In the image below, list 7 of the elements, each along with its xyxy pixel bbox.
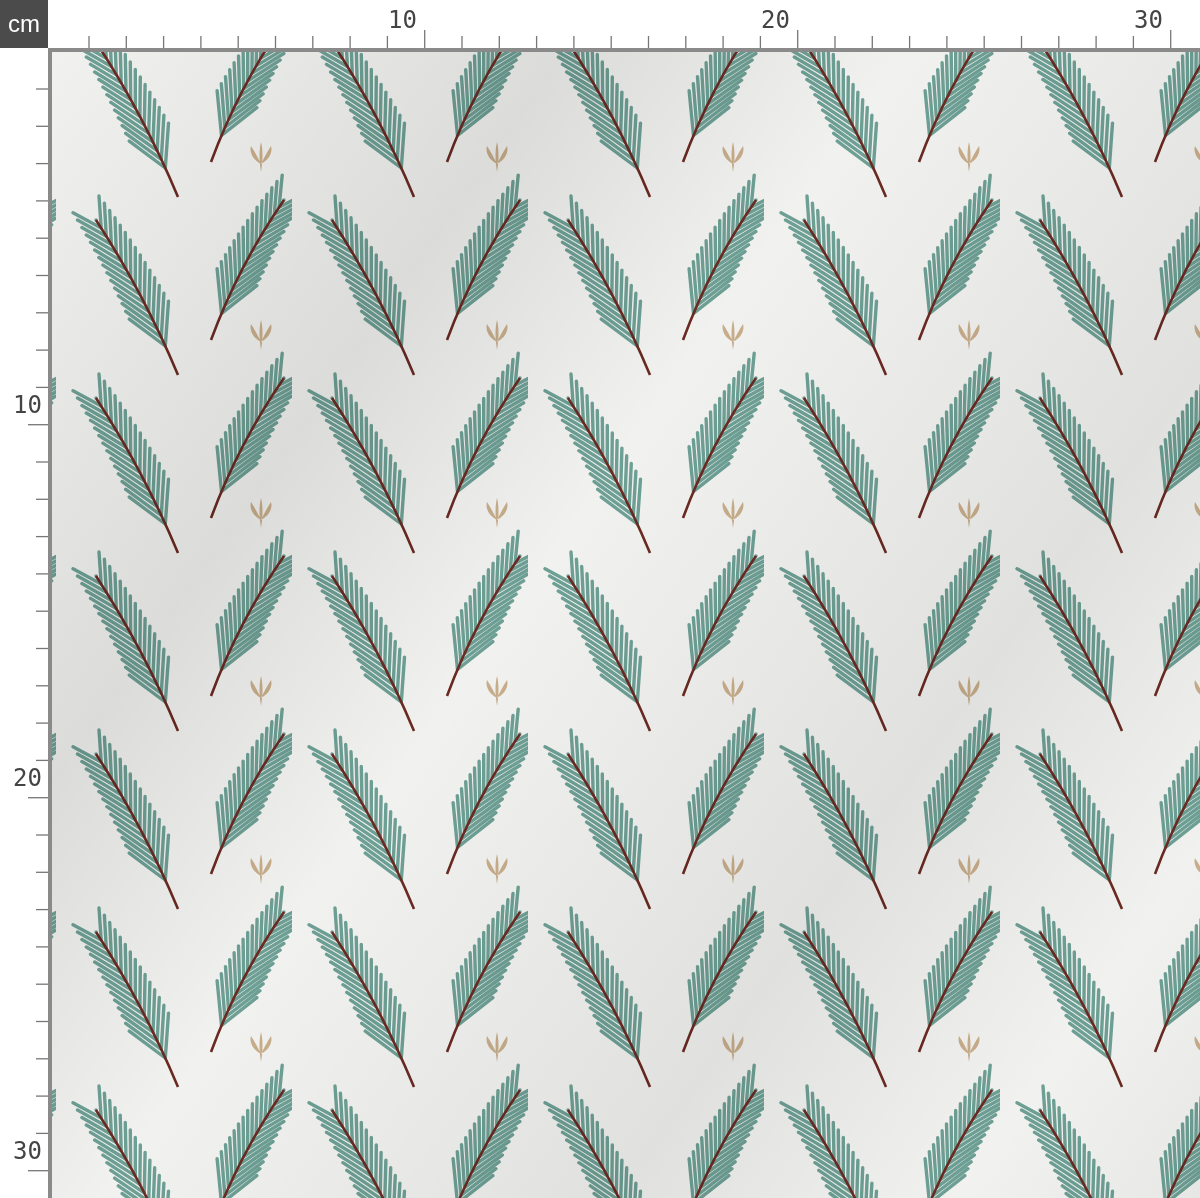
ruler-label: 30 bbox=[12, 1137, 42, 1165]
ruler-label: 20 bbox=[760, 6, 790, 34]
ruler-label: 20 bbox=[12, 764, 42, 792]
ruler-label: 30 bbox=[1133, 6, 1163, 34]
ruler-label: 10 bbox=[387, 6, 417, 34]
unit-label: cm bbox=[0, 0, 48, 48]
ruler-label: 10 bbox=[12, 391, 42, 419]
